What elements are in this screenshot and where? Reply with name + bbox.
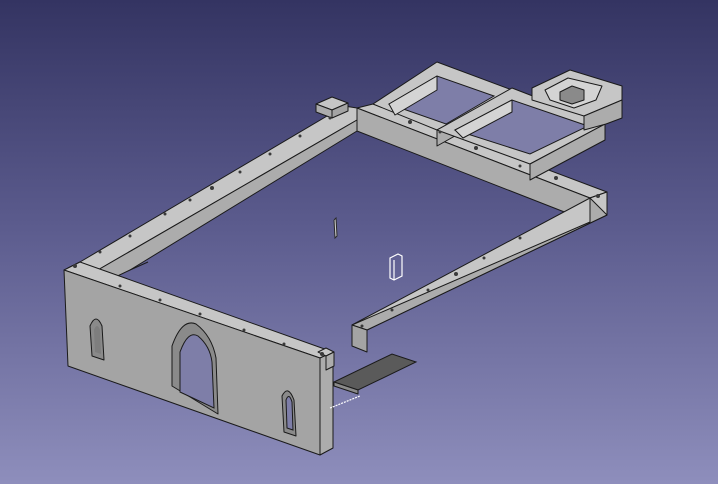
small-pin[interactable] — [333, 216, 338, 240]
left-side-wall[interactable] — [67, 105, 358, 293]
selected-pillar[interactable] — [389, 253, 403, 281]
window-left — [89, 318, 105, 361]
entrance-plate[interactable] — [329, 353, 418, 409]
3d-viewport[interactable] — [0, 0, 718, 484]
model-scene[interactable] — [0, 0, 718, 484]
